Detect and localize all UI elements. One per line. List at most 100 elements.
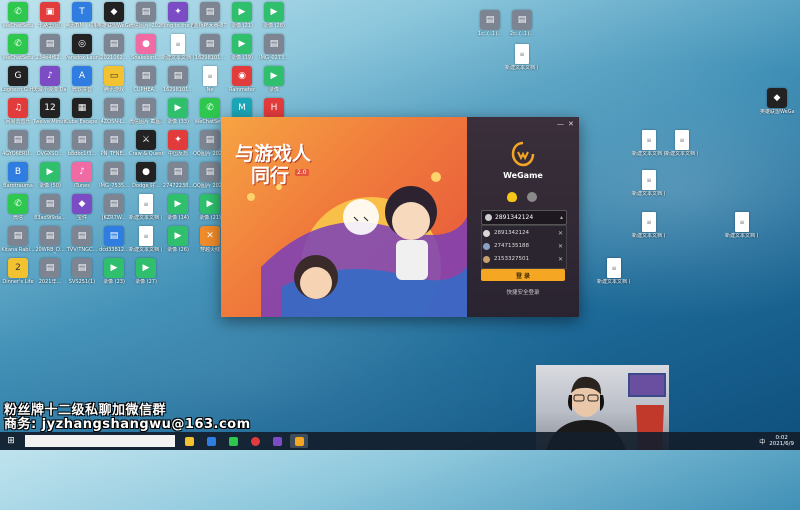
desktop-icon[interactable]: ▭ 腾讯游戏 [97, 66, 131, 93]
desktop-icon[interactable]: ▶ 录像 (14) [161, 194, 195, 221]
desktop-icon[interactable]: ▤ 蓝桥杯大赛-8T [193, 2, 227, 29]
desktop-icon[interactable]: ◉ Rainmeter [225, 66, 259, 93]
desktop-icon[interactable]: ≡新建文本文档 (11) [505, 44, 539, 71]
desktop-icon[interactable]: ▤ 234e4f62... [33, 34, 67, 61]
desktop-icon[interactable]: ▤ 2021年... [33, 258, 67, 285]
desktop-icon[interactable]: ▶ 录像 (33) [161, 98, 195, 125]
desktop-icon[interactable]: ≡新建文本文档 (11) [665, 130, 699, 157]
desktop-icon[interactable]: ▤ 2c..(..1)... [505, 10, 539, 37]
remove-account-icon[interactable]: ✕ [558, 256, 563, 263]
desktop-icon[interactable]: ✆ 微信 [1, 194, 35, 221]
desktop-icon[interactable]: ◆英雄联盟WeGame版 [97, 2, 131, 29]
desktop-icon[interactable]: ≡新建文本文档 (5) [129, 226, 163, 253]
desktop-icon[interactable]: B Barotrauma [1, 162, 35, 189]
desktop-icon[interactable]: ◎Paradox Launcher v2 [65, 34, 99, 61]
desktop-icon[interactable]: ♫ 网易云音乐 [1, 98, 35, 125]
desktop-icon[interactable]: ▤ 4GYO6ERU... [1, 130, 35, 157]
minimize-button[interactable]: — [557, 120, 564, 128]
desktop-icon[interactable]: ▤ SVS251(1) [65, 258, 99, 285]
close-button[interactable]: ✕ [568, 120, 574, 128]
desktop-icon[interactable]: ◆英雄联盟WeGame版 [760, 88, 794, 115]
account-option[interactable]: 2747135188 ✕ [483, 240, 563, 252]
desktop-icon[interactable]: ≡新建文本文档 (1) [632, 130, 666, 157]
safety-login-link[interactable]: 快捷安全登录 [467, 288, 579, 296]
start-button[interactable]: ⊞ [2, 434, 20, 448]
desktop-icon[interactable]: T腾讯TIM · 绘制器入境 [65, 2, 99, 29]
desktop-icon[interactable]: ≡新建文本文档 (4) [129, 194, 163, 221]
desktop-icon[interactable]: ▤ JKZR7W... [97, 194, 131, 221]
desktop-icon[interactable]: ♪天域小浪漫 Dance of ... [33, 66, 67, 93]
desktop-icon[interactable]: ▶ 录像 (26) [161, 226, 195, 253]
desktop-icon[interactable]: ✦Fling to the Finish 修改... [161, 2, 195, 29]
desktop-icon[interactable]: ▤ DVGXSQ... [33, 130, 67, 157]
desktop-icon[interactable]: ≡新建文本文档 (1) [725, 212, 759, 239]
remove-account-icon[interactable]: ✕ [558, 243, 563, 250]
qq-login-icon[interactable] [507, 192, 517, 202]
desktop-icon[interactable]: ▤ b8dbc1f3... [65, 130, 99, 157]
desktop-icon[interactable]: ▶ 录像 (23) [97, 258, 131, 285]
input-language[interactable]: 中 [759, 437, 765, 446]
wechat-login-icon[interactable] [527, 192, 537, 202]
login-button[interactable]: 登 录 [481, 269, 565, 281]
desktop-icon[interactable]: GLogitech G HUB [1, 66, 35, 93]
desktop-icon[interactable]: 12Twelve Minutes [33, 98, 67, 125]
desktop-icon[interactable]: ▣ 卡路里(图) [33, 2, 67, 29]
desktop-icon[interactable]: ▶ 录像 [257, 66, 291, 93]
search-box[interactable] [25, 435, 175, 447]
desktop-icon[interactable]: ◆ 宝件 [65, 194, 99, 221]
desktop-icon[interactable]: ≡新建文本文档 (4) [161, 34, 195, 61]
taskbar-app-netease[interactable] [246, 434, 264, 448]
desktop-icon[interactable]: ● Snakebird... [129, 34, 163, 61]
account-option[interactable]: 2153327501 ✕ [483, 253, 563, 265]
desktop-icon[interactable]: ▤ PN_TFNE... [97, 130, 131, 157]
desktop-icon[interactable]: ≡ Ne [193, 66, 227, 93]
desktop-icon[interactable]: ▤ IMG_0273... [257, 34, 291, 61]
desktop-icon[interactable]: ▶ 录像 (50) [33, 162, 67, 189]
taskbar-app-wegame[interactable] [290, 434, 308, 448]
taskbar-app-edge[interactable] [202, 434, 220, 448]
desktop-icon-label: 20WRB_D... [35, 247, 65, 253]
desktop-icon-label: 1c..(..1)... [477, 31, 503, 37]
desktop-icon[interactable]: ▤ IMG_7535... [97, 162, 131, 189]
desktop-icon[interactable]: ● Dodge 好... [129, 162, 163, 189]
clock[interactable]: 0:02 2021/6/9 [769, 435, 794, 447]
desktop-icon[interactable]: ▤ 16298101... [161, 66, 195, 93]
remove-account-icon[interactable]: ✕ [558, 230, 563, 237]
desktop-icon[interactable]: ▤ 4ZO5N-L... [97, 98, 131, 125]
desktop-icon[interactable]: ≡新建文本文档 (1) [632, 212, 666, 239]
desktop-icon[interactable]: ✆ WeChatSetu [1, 2, 35, 29]
taskbar-app-game[interactable] [268, 434, 286, 448]
desktop-icon[interactable]: ▤ 2021062... [97, 34, 131, 61]
taskbar-app-wechat[interactable] [224, 434, 242, 448]
desktop-icon[interactable]: ♪ iTunes [65, 162, 99, 189]
desktop-icon[interactable]: ▤ 1c..(..1)... [473, 10, 507, 37]
wegame-login-window[interactable]: 与游戏人 同行 2.0 — ✕ WeGame 2891342124 ▴ 2891… [221, 117, 579, 317]
desktop-icon[interactable]: ≡新建文本文档 (1) [632, 170, 666, 197]
desktop-icon[interactable]: ▤微信图片_2021062... [129, 2, 163, 29]
desktop-icon[interactable]: ▤ dcd33812... [97, 226, 131, 253]
text-file-icon: ≡ [735, 212, 749, 232]
desktop-icon[interactable]: ▤ TVV/TNGC... [65, 226, 99, 253]
desktop-icon[interactable]: ⚔ Craw & Quest [129, 130, 163, 157]
desktop-icon[interactable]: ▤ 16298101... [193, 34, 227, 61]
desktop-icon[interactable]: ✦ 中国反恐 [161, 130, 195, 157]
desktop-icon[interactable]: ▤ Kitana Rabi... [1, 226, 35, 253]
account-input[interactable]: 2891342124 ▴ [481, 210, 567, 225]
desktop-icon[interactable]: ▤ 20WRB_D... [33, 226, 67, 253]
desktop-icon[interactable]: ▤ 微信图片 截图... [129, 98, 163, 125]
desktop-icon[interactable]: ▤ CUPHEA... [129, 66, 163, 93]
chevron-up-icon[interactable]: ▴ [560, 214, 563, 221]
account-option[interactable]: 2891342124 ✕ [483, 227, 563, 239]
desktop-icon[interactable]: ▶ 录像 (28) [257, 2, 291, 29]
desktop-icon[interactable]: ▦ Cube Escape... [65, 98, 99, 125]
desktop-icon[interactable]: ▶ 录像 (27) [129, 258, 163, 285]
desktop-icon[interactable]: ✆ WeChatSetu [1, 34, 35, 61]
desktop-icon[interactable]: ▶ 录像 (21) [225, 2, 259, 29]
desktop-icon[interactable]: ▶ 录像 (19) [225, 34, 259, 61]
taskbar-app-explorer[interactable] [180, 434, 198, 448]
desktop-icon[interactable]: ≡新建文本文档 (8) [597, 258, 631, 285]
desktop-icon[interactable]: ▤ 83ad9f9da... [33, 194, 67, 221]
desktop-icon[interactable]: ▤ 27472238... [161, 162, 195, 189]
desktop-icon[interactable]: 2 Dinner's Life [1, 258, 35, 285]
desktop-icon[interactable]: A 微软拼音 [65, 66, 99, 93]
